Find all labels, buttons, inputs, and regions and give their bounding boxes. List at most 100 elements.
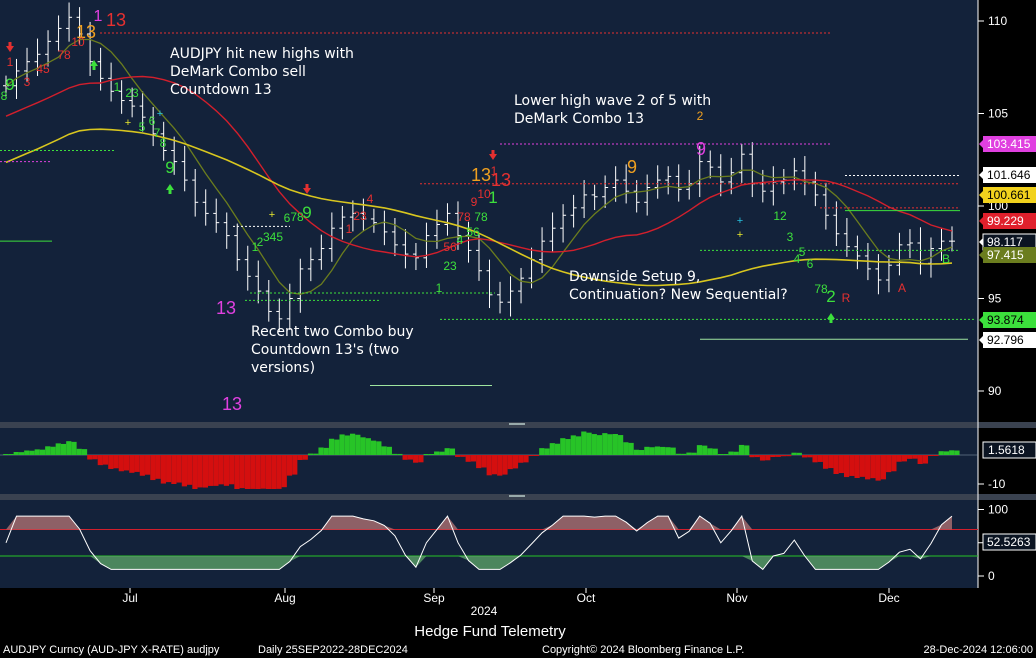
histogram-bar bbox=[491, 455, 498, 475]
histogram-bar bbox=[633, 449, 639, 455]
demark-small-count: 1 bbox=[346, 222, 353, 236]
histogram-bar bbox=[596, 435, 603, 455]
histogram-value: 1.5618 bbox=[988, 443, 1025, 457]
histogram-bar bbox=[197, 455, 203, 488]
histogram-bar bbox=[355, 434, 361, 455]
histogram-bar bbox=[66, 441, 72, 455]
price-chart: 1101051009590Jul Aug Sep Oct Nov Dec202413131… bbox=[0, 0, 1036, 656]
histogram-bar bbox=[602, 433, 608, 455]
demark-small-count: 12 bbox=[773, 209, 787, 223]
histogram-bar bbox=[307, 453, 314, 455]
histogram-bar bbox=[423, 454, 429, 455]
oscillator-tick-label: 0 bbox=[988, 569, 995, 583]
demark-count-label: 13 bbox=[106, 10, 126, 30]
histogram-bar bbox=[113, 455, 119, 469]
histogram-bar bbox=[370, 440, 377, 455]
histogram-bar bbox=[376, 441, 382, 455]
histogram-bar bbox=[539, 448, 545, 455]
histogram-bar bbox=[76, 448, 82, 455]
histogram-bar bbox=[102, 455, 109, 465]
histogram-bar bbox=[875, 455, 881, 481]
histogram-bar bbox=[87, 455, 93, 460]
histogram-bar bbox=[407, 455, 413, 460]
histogram-bar bbox=[560, 438, 566, 455]
histogram-bar bbox=[239, 455, 245, 489]
oscillator-tick-label: 100 bbox=[988, 503, 1008, 517]
histogram-bar bbox=[639, 450, 645, 455]
histogram-bar bbox=[302, 455, 308, 460]
footer-source: Hedge Fund Telemetry bbox=[414, 623, 566, 640]
y-tick-label: 90 bbox=[988, 384, 1002, 398]
demark-small-count: 45 bbox=[36, 62, 50, 76]
histogram-bar bbox=[801, 455, 808, 458]
demark-count-label: A bbox=[898, 281, 906, 295]
histogram-bar bbox=[938, 451, 944, 455]
histogram-bar bbox=[150, 455, 156, 481]
histogram-bar bbox=[71, 441, 77, 455]
footer-security: AUDJPY Curncy (AUD-JPY X-RATE) audjpy bbox=[3, 644, 220, 656]
histogram-bar bbox=[833, 455, 839, 474]
histogram-bar bbox=[901, 455, 908, 462]
histogram-bar bbox=[812, 455, 818, 463]
price-tag-value: 93.874 bbox=[987, 313, 1024, 327]
histogram-bar bbox=[465, 455, 471, 462]
histogram-bar bbox=[328, 438, 335, 455]
annotation-text: DeMark Combo 13 bbox=[514, 111, 644, 127]
histogram-bar bbox=[502, 455, 508, 475]
footer-timestamp: 28-Dec-2024 12:06:00 bbox=[924, 644, 1033, 656]
histogram-bar bbox=[775, 455, 781, 457]
histogram-bar bbox=[649, 447, 655, 455]
histogram-bar bbox=[297, 455, 303, 460]
y-tick-label: 105 bbox=[988, 107, 1008, 121]
price-tag-value: 99.229 bbox=[987, 214, 1024, 228]
histogram-bar bbox=[575, 436, 582, 455]
histogram-bar bbox=[281, 455, 287, 488]
histogram-bar bbox=[418, 455, 424, 463]
plus-marker-icon: + bbox=[269, 209, 275, 221]
histogram-bar bbox=[365, 438, 371, 455]
histogram-bar bbox=[612, 434, 618, 455]
price-tag-value: 92.796 bbox=[987, 333, 1024, 347]
histogram-bar bbox=[97, 455, 103, 466]
demark-small-count: 8 bbox=[1, 89, 8, 103]
histogram-bar bbox=[455, 455, 461, 457]
plus-marker-icon: + bbox=[737, 229, 743, 241]
histogram-bar bbox=[334, 439, 340, 455]
annotation-text: Recent two Combo buy bbox=[251, 324, 414, 340]
histogram-bar bbox=[523, 455, 529, 463]
histogram-bar bbox=[108, 455, 114, 469]
chart-window: { "footer": { "security": "AUDJPY Curncy… bbox=[0, 0, 1036, 658]
histogram-bar bbox=[476, 455, 482, 469]
histogram-bar bbox=[13, 452, 19, 455]
demark-small-count: 78 bbox=[57, 48, 71, 62]
histogram-bar bbox=[880, 455, 886, 480]
histogram-bar bbox=[628, 442, 634, 455]
histogram-bar bbox=[244, 455, 251, 489]
histogram-bar bbox=[654, 446, 661, 455]
histogram-bar bbox=[754, 455, 760, 458]
histogram-bar bbox=[402, 455, 408, 460]
histogram-bar bbox=[949, 450, 955, 455]
histogram-bar bbox=[733, 451, 739, 455]
histogram-bar bbox=[470, 455, 477, 462]
price-tag-pointer bbox=[979, 217, 983, 225]
histogram-bar bbox=[943, 451, 950, 455]
histogram-bar bbox=[166, 455, 172, 483]
histogram-bar bbox=[181, 455, 188, 487]
histogram-bar bbox=[55, 443, 61, 455]
histogram-bar bbox=[413, 455, 419, 463]
histogram-bar bbox=[817, 455, 823, 462]
histogram-bar bbox=[139, 455, 145, 476]
histogram-bar bbox=[896, 455, 902, 462]
histogram-bar bbox=[34, 449, 40, 455]
demark-small-count: 56 bbox=[466, 225, 480, 239]
histogram-bar bbox=[849, 455, 855, 476]
demark-small-count: 1 bbox=[436, 281, 443, 295]
histogram-bar bbox=[928, 455, 934, 456]
histogram-bar bbox=[865, 455, 871, 480]
histogram-bar bbox=[381, 446, 387, 455]
histogram-bar bbox=[807, 455, 813, 458]
price-tag-value: 101.646 bbox=[987, 168, 1031, 182]
histogram-bar bbox=[607, 434, 613, 455]
histogram-bar bbox=[507, 455, 513, 470]
